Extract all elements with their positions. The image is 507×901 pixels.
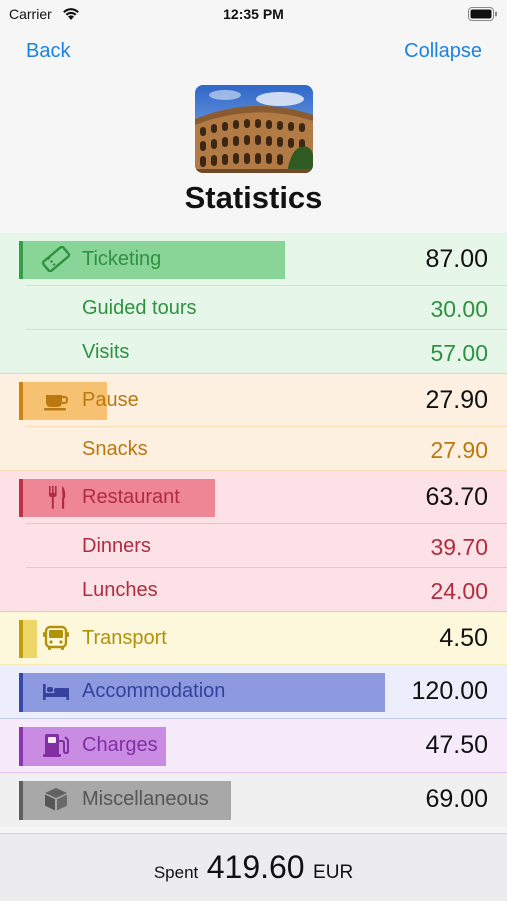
category-row-ticketing[interactable]: Ticketing 87.00 — [0, 233, 507, 286]
category-label: Accommodation — [82, 680, 226, 702]
spent-label: Spent — [153, 863, 199, 882]
category-row-pause[interactable]: Pause 27.90 — [0, 374, 507, 427]
subcategory-row-snacks[interactable]: Snacks 27.90 — [0, 427, 507, 471]
cube-icon — [45, 788, 67, 811]
category-value: 47.50 — [425, 731, 488, 759]
subcategory-label: Snacks — [82, 438, 148, 460]
category-label: Pause — [82, 389, 139, 411]
category-value: 87.00 — [425, 245, 488, 273]
category-value: 27.90 — [425, 386, 488, 414]
page-title: Statistics — [184, 180, 323, 215]
category-row-accommodation[interactable]: Accommodation 120.00 — [0, 665, 507, 719]
category-row-charges[interactable]: Charges 47.50 — [0, 719, 507, 773]
spent-total: 419.60 — [206, 849, 305, 885]
clock: 12:35 PM — [223, 6, 284, 22]
category-bar — [23, 620, 37, 658]
category-row-transport[interactable]: Transport 4.50 — [0, 612, 507, 665]
category-label: Restaurant — [82, 486, 180, 508]
colosseum-photo — [195, 85, 313, 173]
category-value: 120.00 — [411, 677, 488, 705]
spent-summary: Spent 419.60 EUR — [0, 849, 507, 886]
bed-icon — [43, 684, 69, 700]
subcategory-value: 39.70 — [430, 534, 488, 560]
subcategory-label: Dinners — [82, 535, 151, 557]
bus-icon — [43, 625, 69, 650]
category-label: Miscellaneous — [82, 788, 209, 810]
fuel-pump-icon — [43, 734, 69, 757]
subcategory-row-visits[interactable]: Visits 57.00 — [0, 330, 507, 374]
subcategory-value: 30.00 — [430, 296, 488, 322]
battery-icon — [468, 7, 497, 21]
category-value: 63.70 — [425, 483, 488, 511]
category-row-miscellaneous[interactable]: Miscellaneous 69.00 — [0, 773, 507, 827]
back-button[interactable]: Back — [26, 40, 70, 63]
category-label: Charges — [82, 734, 158, 756]
category-label: Transport — [82, 627, 167, 649]
footer-total-bar: Spent 419.60 EUR — [0, 833, 507, 901]
subcategory-value: 57.00 — [430, 340, 488, 366]
ticket-icon — [41, 246, 71, 272]
category-value: 69.00 — [425, 785, 488, 813]
subcategory-label: Visits — [82, 341, 130, 363]
collapse-button[interactable]: Collapse — [404, 40, 482, 63]
subcategory-row-lunches[interactable]: Lunches 24.00 — [0, 568, 507, 612]
subcategory-row-dinners[interactable]: Dinners 39.70 — [0, 524, 507, 568]
spent-currency: EUR — [313, 862, 354, 883]
subcategory-row-guided-tours[interactable]: Guided tours 30.00 — [0, 286, 507, 330]
subcategory-value: 27.90 — [430, 437, 488, 463]
fork-knife-icon — [49, 486, 66, 509]
subcategory-value: 24.00 — [430, 578, 488, 604]
subcategory-label: Guided tours — [82, 297, 197, 319]
statistics-list: Ticketing 87.00 Guided tours 30.00 Visit… — [0, 233, 507, 827]
category-label: Ticketing — [82, 248, 162, 270]
coffee-cup-icon — [44, 395, 69, 411]
subcategory-label: Lunches — [82, 579, 158, 601]
category-value: 4.50 — [439, 624, 488, 652]
category-row-restaurant[interactable]: Restaurant 63.70 — [0, 471, 507, 524]
status-bar: Carrier 12:35 PM — [0, 0, 507, 28]
